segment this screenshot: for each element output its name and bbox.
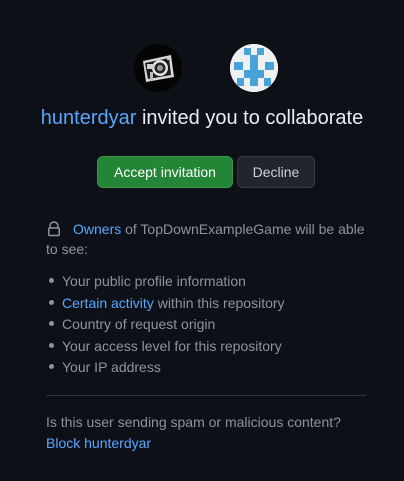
invitation-headline: hunterdyar invited you to collaborate bbox=[0, 107, 404, 130]
spam-question: Is this user sending spam or malicious c… bbox=[46, 414, 341, 430]
list-item: Your public profile information bbox=[49, 271, 285, 293]
decline-button[interactable]: Decline bbox=[237, 156, 315, 188]
list-item-text: Your public profile information bbox=[62, 273, 246, 289]
certain-activity-link[interactable]: Certain activity bbox=[62, 295, 154, 311]
list-item-text: within this repository bbox=[153, 294, 285, 311]
inviter-username-link[interactable]: hunterdyar bbox=[41, 107, 137, 129]
list-item: Country of request origin bbox=[49, 314, 285, 336]
list-item: Your access level for this repository bbox=[49, 336, 285, 358]
camera-icon bbox=[134, 44, 182, 92]
list-item-text: Your IP address bbox=[62, 359, 161, 375]
permissions-intro: Owners of TopDownExampleGame will be abl… bbox=[46, 219, 376, 259]
identicon-icon bbox=[230, 44, 278, 92]
list-item: Certain activity within this repository bbox=[49, 293, 285, 315]
accept-invitation-button[interactable]: Accept invitation bbox=[97, 156, 233, 188]
divider bbox=[46, 395, 366, 396]
block-user-link[interactable]: Block hunterdyar bbox=[46, 435, 151, 451]
lock-icon bbox=[48, 221, 60, 237]
list-item: Your IP address bbox=[49, 357, 285, 379]
inviter-avatar[interactable] bbox=[134, 44, 182, 92]
list-item-text: Country of request origin bbox=[62, 316, 216, 332]
headline-text: invited you to collaborate bbox=[136, 107, 364, 129]
owners-link[interactable]: Owners bbox=[73, 221, 121, 237]
list-item-text: Your access level for this repository bbox=[62, 337, 282, 354]
permissions-list: Your public profile information Certain … bbox=[49, 271, 285, 379]
repo-owner-avatar[interactable] bbox=[230, 44, 278, 92]
avatar-group bbox=[0, 44, 404, 92]
